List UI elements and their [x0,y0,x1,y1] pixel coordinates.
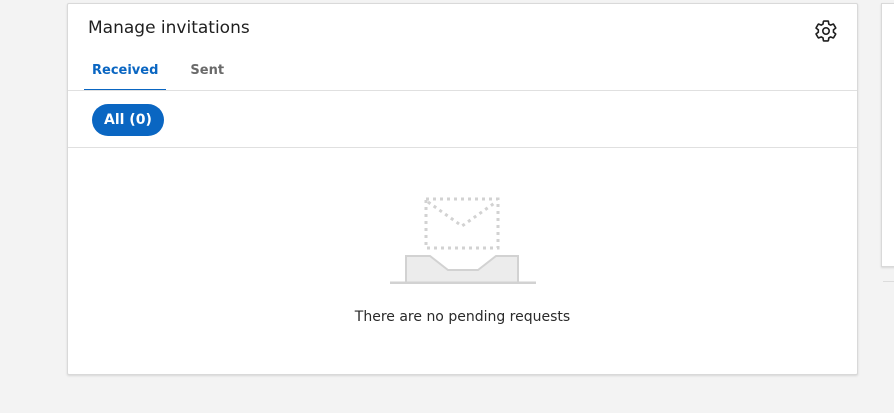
gear-icon[interactable] [814,19,838,43]
card-title: Manage invitations [88,18,250,38]
side-panel-card [881,3,894,267]
empty-envelope-icon [390,197,536,284]
invitation-tabs: Received Sent [84,54,248,91]
manage-invitations-card: Manage invitations Received Sent All (0)… [67,3,858,375]
filter-all-pill[interactable]: All (0) [92,104,164,136]
tabs-divider [68,90,857,91]
tab-sent[interactable]: Sent [182,54,232,91]
empty-state-message: There are no pending requests [354,309,571,325]
filter-divider [68,147,857,148]
side-divider [883,281,894,282]
tab-received[interactable]: Received [84,54,167,91]
